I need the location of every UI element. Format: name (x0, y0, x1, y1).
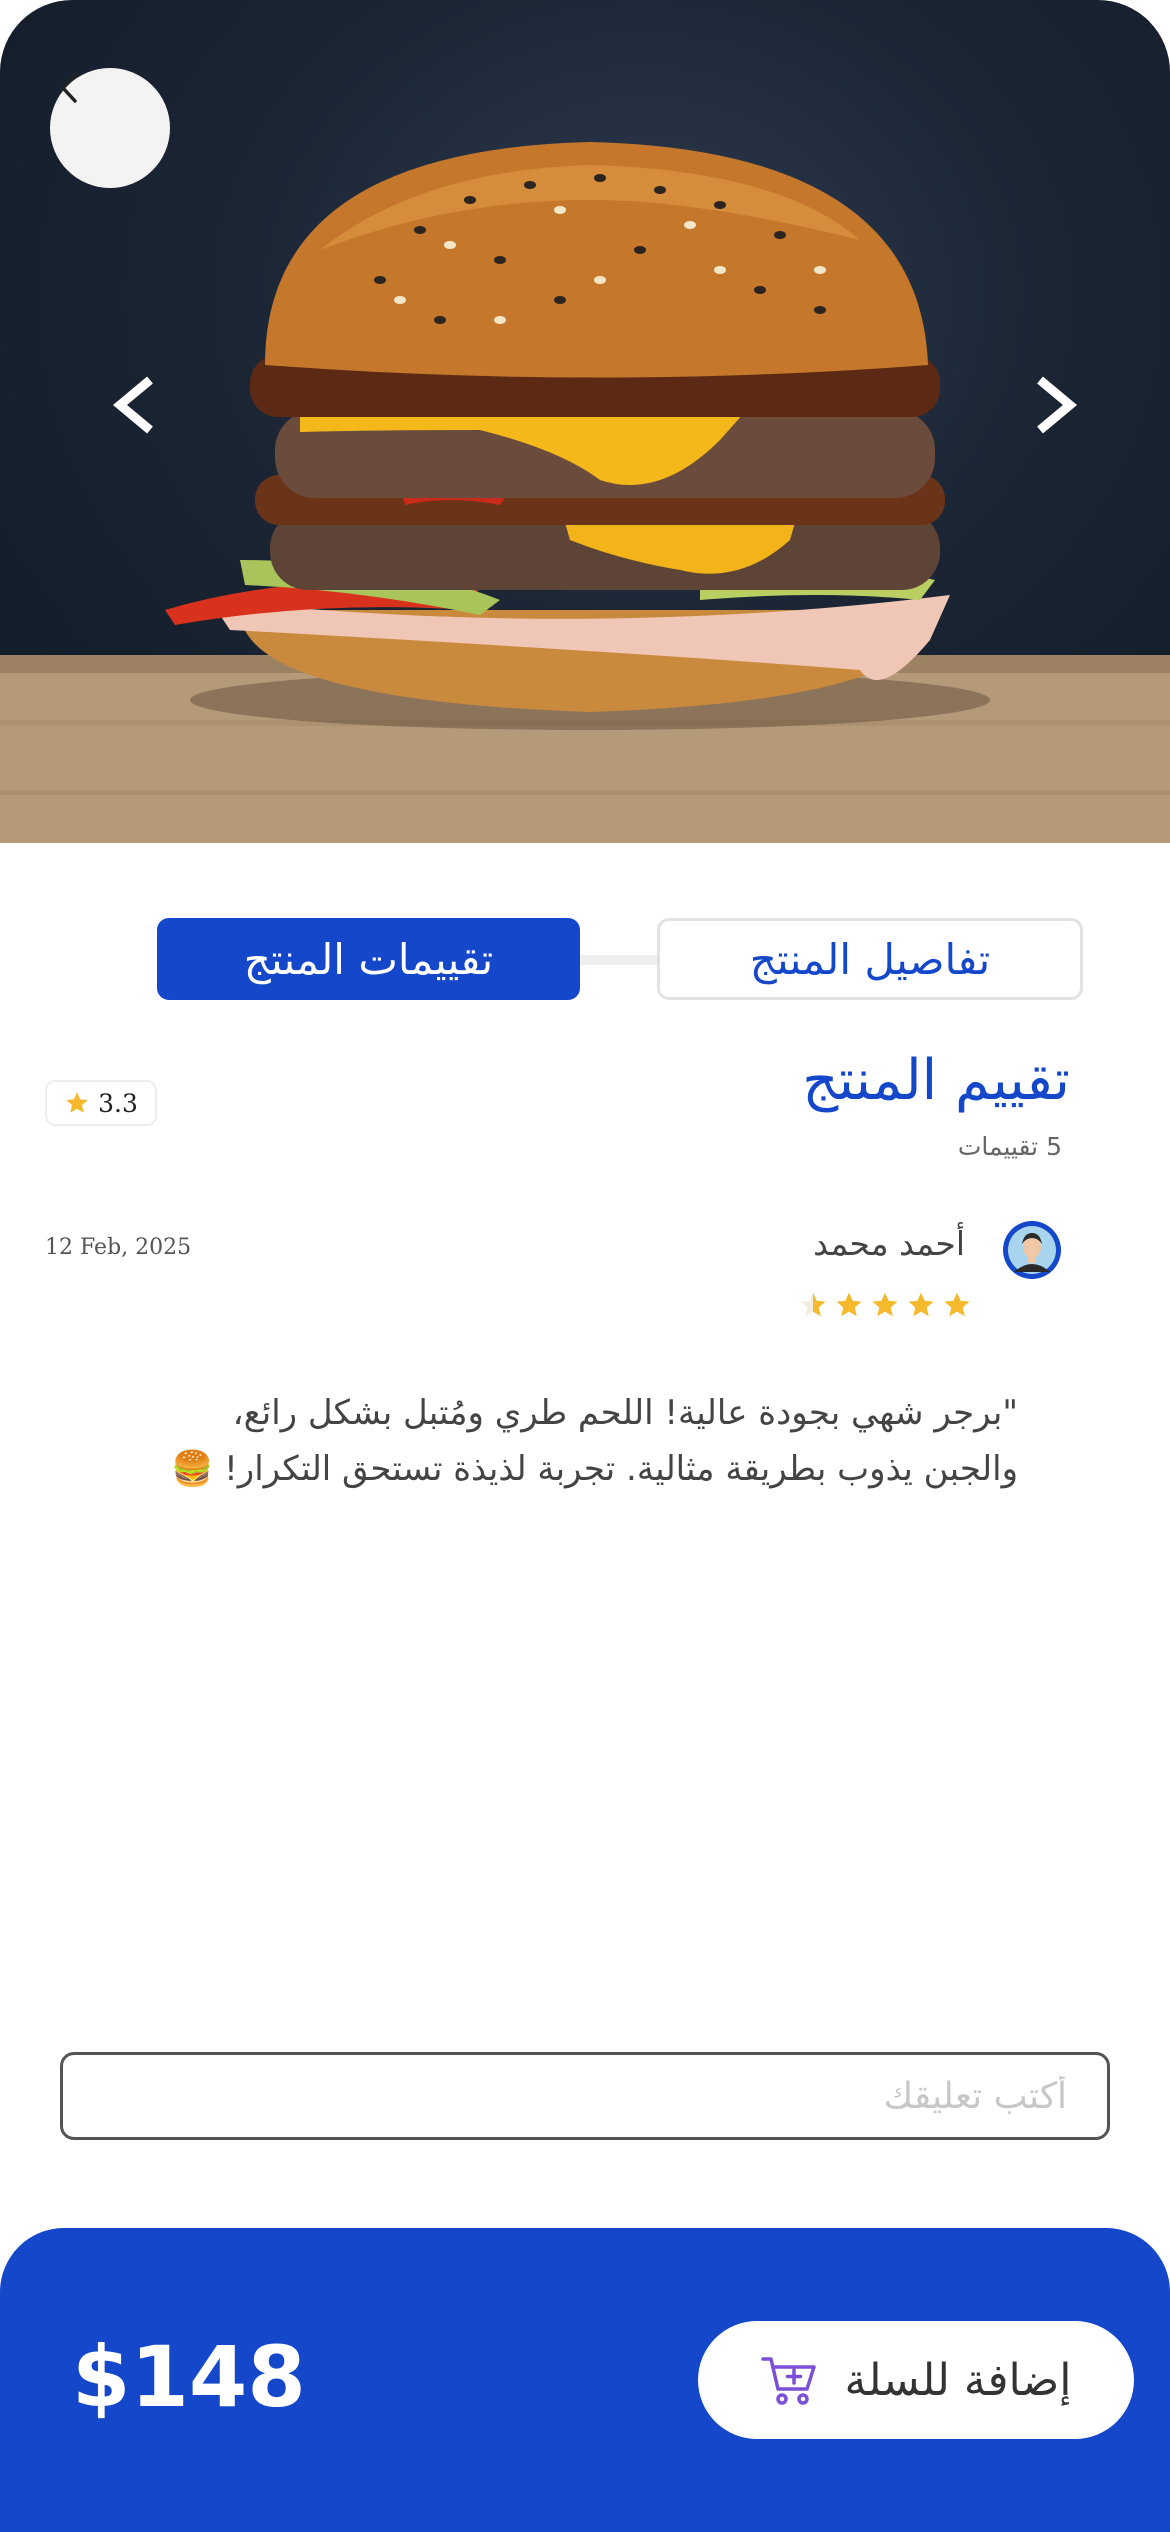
review-date: 12 Feb, 2025 (45, 1235, 192, 1260)
review-text: "برجر شهي بجودة عالية! اللحم طري ومُتبل … (138, 1385, 1018, 1497)
add-to-cart-button[interactable]: إضافة للسلة (698, 2321, 1134, 2439)
cart-add-icon (760, 2357, 816, 2405)
rating-count: 5 تقييمات (957, 1132, 1062, 1161)
average-rating-badge: 3.3 (45, 1080, 157, 1126)
review-stars (798, 1290, 972, 1320)
average-rating-value: 3.3 (98, 1088, 138, 1118)
chevron-right-icon (1037, 376, 1078, 434)
reviewer-name: أحمد محمد (813, 1224, 965, 1263)
product-image (0, 0, 1170, 843)
tab-label: تقييمات المنتج (243, 934, 494, 984)
tab-product-details[interactable]: تفاصيل المنتج (657, 918, 1083, 1000)
chevron-left-icon (112, 376, 153, 434)
star-icon (66, 1092, 88, 1113)
tab-connector (578, 955, 658, 965)
chevron-left-icon (61, 73, 77, 103)
product-price: $148 (72, 2328, 306, 2426)
tab-label: تفاصيل المنتج (749, 934, 991, 984)
next-image-button[interactable] (1025, 370, 1085, 440)
star-icon (908, 1292, 934, 1317)
tab-product-reviews[interactable]: تقييمات المنتج (157, 918, 580, 1000)
star-icon (872, 1292, 898, 1317)
previous-image-button[interactable] (105, 370, 165, 440)
checkout-bar: $148 إضافة للسلة (0, 2228, 1170, 2532)
rating-title: تقييم المنتج (802, 1048, 1070, 1113)
burger-photo (0, 142, 1170, 843)
comment-input[interactable] (60, 2052, 1110, 2140)
star-icon (800, 1292, 826, 1317)
add-to-cart-label: إضافة للسلة (844, 2354, 1072, 2406)
reviewer-avatar (1003, 1221, 1061, 1279)
star-icon (836, 1292, 862, 1317)
star-icon (944, 1292, 970, 1317)
back-button[interactable] (50, 68, 170, 188)
review-text-line: "برجر شهي بجودة عالية! اللحم طري ومُتبل … (232, 1393, 1018, 1433)
review-text-line: والجبن يذوب بطريقة مثالية. تجربة لذيذة ت… (171, 1449, 1018, 1489)
